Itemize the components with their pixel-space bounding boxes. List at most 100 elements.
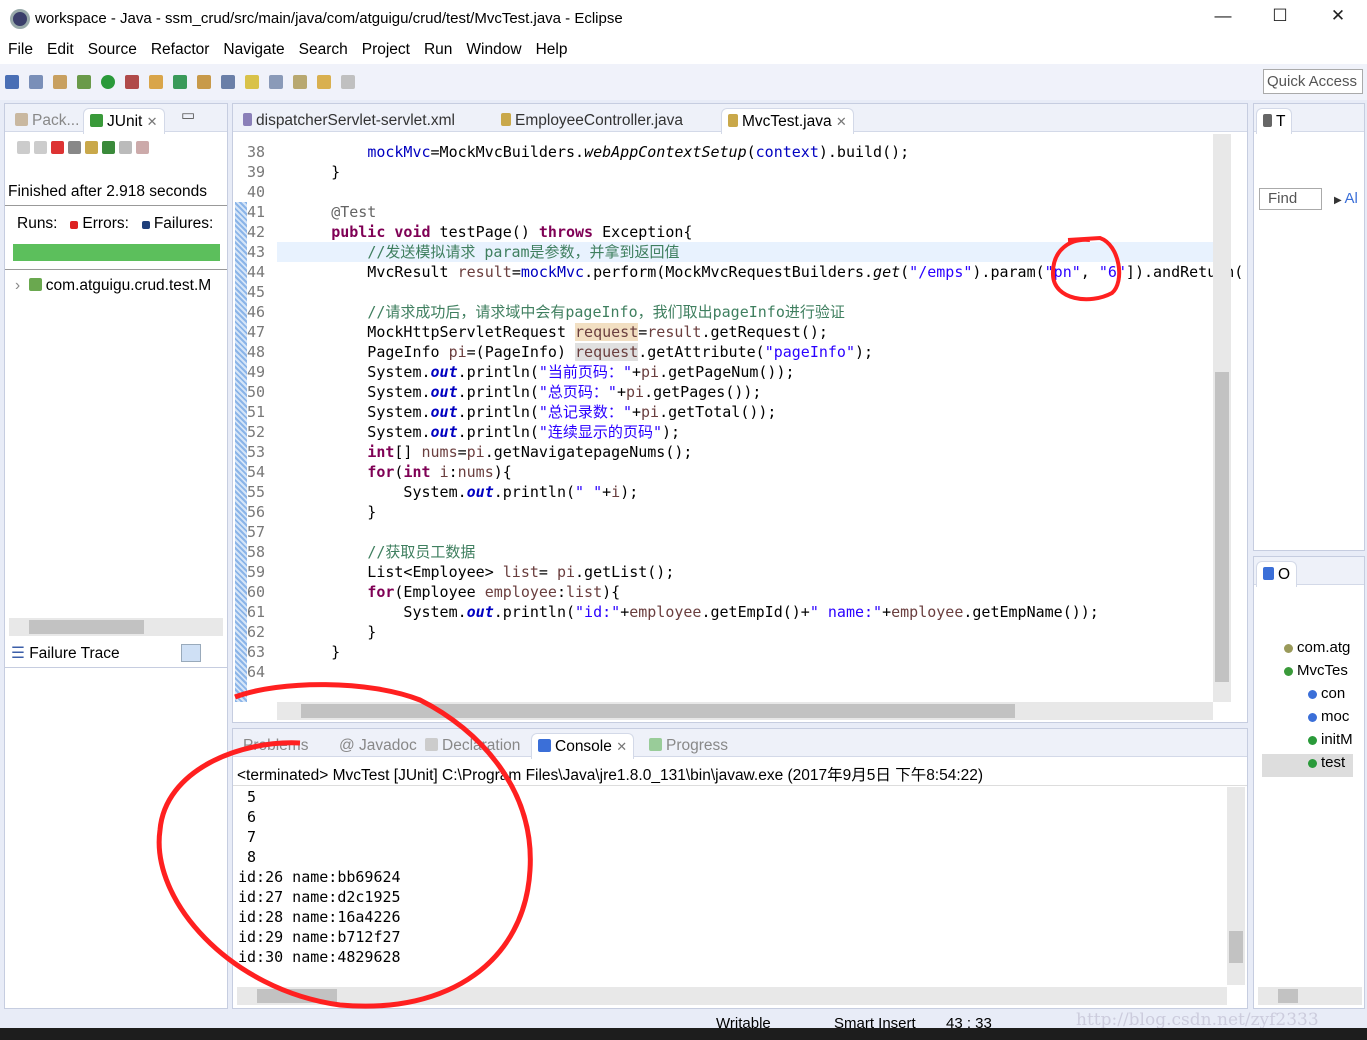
menu-run[interactable]: Run — [416, 38, 458, 59]
open-type-icon[interactable] — [53, 75, 67, 89]
code-token: .println( — [457, 383, 539, 401]
code-token: i — [611, 483, 621, 501]
stop-icon[interactable] — [136, 141, 149, 154]
code-token: mockMvc — [367, 143, 431, 161]
tab-outline[interactable]: O — [1256, 561, 1298, 587]
lock-icon[interactable] — [85, 141, 98, 154]
line-number: 42 — [247, 223, 266, 241]
quick-access-input[interactable]: Quick Access — [1263, 69, 1363, 94]
code-token: pi — [641, 363, 660, 381]
back-icon[interactable] — [317, 75, 331, 89]
next-failure-icon[interactable] — [17, 141, 30, 154]
close-button[interactable]: ✕ — [1318, 6, 1358, 32]
outline-item[interactable]: MvcTes — [1262, 662, 1353, 685]
code-token: result — [457, 263, 512, 281]
tab-package-explorer[interactable]: Pack... — [9, 108, 85, 134]
outline-item[interactable]: moc — [1262, 708, 1353, 731]
console-line: id:29 name:b712f27 — [238, 928, 401, 946]
code-line: 48 PageInfo pi=(PageInfo) request.getAtt… — [247, 342, 1243, 362]
menu-refactor[interactable]: Refactor — [143, 38, 216, 59]
menu-search[interactable]: Search — [291, 38, 354, 59]
new-icon[interactable] — [5, 75, 19, 89]
code-token: "id:" — [575, 603, 621, 621]
show-failures-icon[interactable] — [51, 141, 64, 154]
save-icon[interactable] — [29, 75, 43, 89]
task-list-panel: T Find ▶ Al — [1253, 103, 1365, 551]
code-token: int — [367, 443, 395, 461]
external-tools-icon[interactable] — [125, 75, 139, 89]
menu-source[interactable]: Source — [80, 38, 143, 59]
open-folder-icon[interactable] — [197, 75, 211, 89]
console-vertical-scrollbar[interactable] — [1227, 787, 1245, 985]
code-line: 43 //发送模拟请求 param是参数，并拿到返回值 — [247, 242, 1243, 262]
test-tree-item[interactable]: › com.atguigu.crud.test.M — [15, 277, 211, 295]
find-input[interactable]: Find — [1259, 188, 1322, 210]
horizontal-scrollbar[interactable] — [9, 618, 223, 636]
code-token: (Employee — [394, 583, 485, 601]
menu-help[interactable]: Help — [528, 38, 574, 59]
new-package-icon[interactable] — [149, 75, 163, 89]
outline-item[interactable]: test — [1262, 754, 1353, 777]
rerun-icon[interactable] — [102, 141, 115, 154]
menu-navigate[interactable]: Navigate — [215, 38, 290, 59]
tab-label: Javadoc — [359, 737, 417, 754]
code-token: i — [439, 463, 449, 481]
line-number: 52 — [247, 423, 266, 441]
code-token: System. — [295, 403, 431, 421]
line-number: 44 — [247, 263, 266, 281]
maximize-button[interactable]: ☐ — [1260, 6, 1300, 32]
next-annotation-icon[interactable] — [293, 75, 307, 89]
search-icon[interactable] — [221, 75, 235, 89]
close-tab-icon[interactable]: ✕ — [836, 114, 847, 129]
tab-dispatcher-servlet[interactable]: dispatcherServlet-servlet.xml — [237, 108, 461, 134]
history-icon[interactable] — [68, 141, 81, 154]
editor-vertical-scrollbar[interactable] — [1213, 134, 1231, 702]
error-icon — [70, 221, 79, 229]
code-token: .getNavigatepageNums(); — [484, 443, 693, 461]
tab-problems[interactable]: Problems — [237, 733, 314, 759]
menu-project[interactable]: Project — [354, 38, 416, 59]
console-horizontal-scrollbar[interactable] — [237, 987, 1227, 1005]
debug-icon[interactable] — [77, 75, 91, 89]
close-tab-icon[interactable]: ✕ — [147, 114, 158, 129]
tab-progress[interactable]: Progress — [643, 733, 734, 759]
outline-item[interactable]: initM — [1262, 731, 1353, 754]
code-token: pi — [448, 343, 467, 361]
tab-junit[interactable]: JUnit ✕ — [83, 108, 165, 134]
new-class-icon[interactable] — [173, 75, 187, 89]
tab-console[interactable]: Console ✕ — [531, 733, 635, 759]
run-icon[interactable] — [101, 75, 115, 89]
outline-item[interactable]: con — [1262, 685, 1353, 708]
filter-trace-icon[interactable] — [181, 644, 201, 662]
all-link[interactable]: ▶ Al — [1334, 190, 1358, 207]
code-token: + — [616, 383, 626, 401]
menu-file[interactable]: File — [0, 38, 39, 59]
close-tab-icon[interactable]: ✕ — [616, 739, 627, 754]
outline-tree[interactable]: com.atg MvcTes con moc initM test — [1262, 639, 1353, 777]
code-line: 49 System.out.println("当前页码："+pi.getPage… — [247, 362, 1243, 382]
code-token: List<Employee> — [295, 563, 503, 581]
outline-scrollbar[interactable] — [1258, 987, 1362, 1005]
tab-employee-controller[interactable]: EmployeeController.java — [495, 108, 689, 134]
outline-item[interactable]: com.atg — [1262, 639, 1353, 662]
previous-failure-icon[interactable] — [34, 141, 47, 154]
forward-icon[interactable] — [341, 75, 355, 89]
taskbar — [0, 1028, 1367, 1040]
menu-window[interactable]: Window — [458, 38, 527, 59]
editor-horizontal-scrollbar[interactable] — [277, 702, 1213, 720]
console-line: id:27 name:d2c1925 — [238, 888, 401, 906]
rerun-failed-icon[interactable] — [119, 141, 132, 154]
minimize-button[interactable]: — — [1203, 6, 1243, 32]
menu-edit[interactable]: Edit — [39, 38, 80, 59]
tab-task-list[interactable]: T — [1256, 108, 1293, 134]
code-token: ( — [746, 143, 756, 161]
tab-declaration[interactable]: Declaration — [419, 733, 526, 759]
code-editor[interactable]: 38 mockMvc=MockMvcBuilders.webAppContext… — [247, 142, 1243, 682]
console-output[interactable]: 5 6 7 8 id:26 name:bb69624 id:27 name:d2c1… — [238, 787, 401, 967]
tab-javadoc[interactable]: @ Javadoc — [333, 733, 423, 759]
toggle-block-icon[interactable] — [269, 75, 283, 89]
minimize-icon[interactable]: ▭ — [181, 106, 195, 124]
mark-occurrences-icon[interactable] — [245, 75, 259, 89]
tab-mvctest[interactable]: MvcTest.java ✕ — [721, 108, 854, 134]
